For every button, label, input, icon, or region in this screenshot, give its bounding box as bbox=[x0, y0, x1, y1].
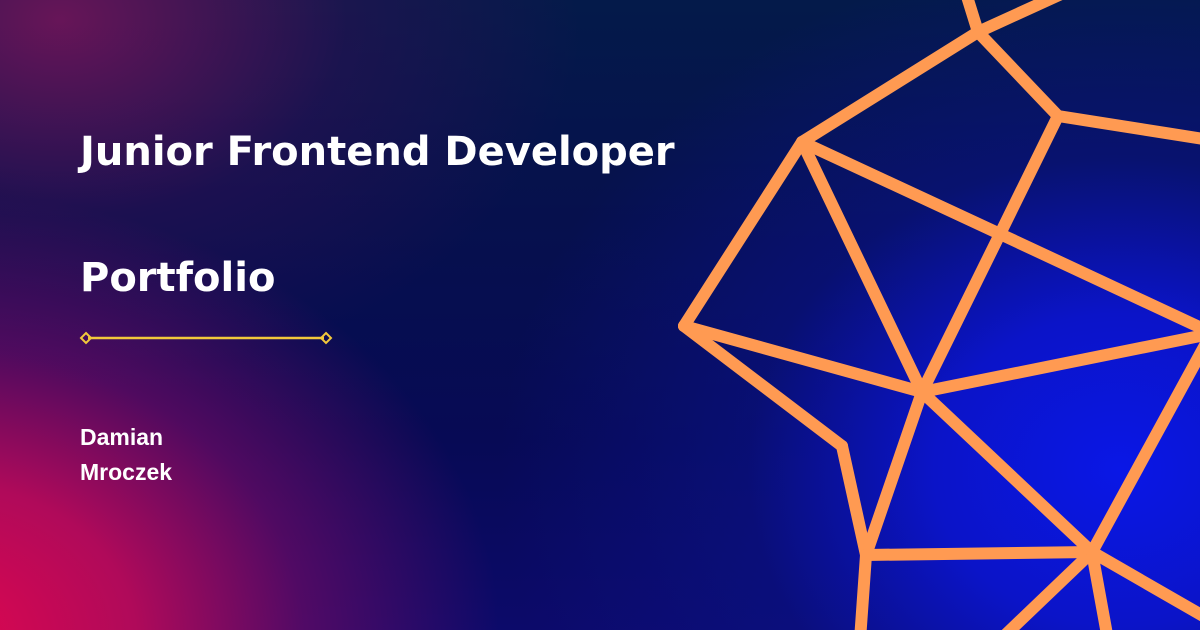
author-name: Damian Mroczek bbox=[80, 420, 172, 490]
page-title: Junior Frontend Developer bbox=[80, 129, 675, 175]
divider-line bbox=[79, 331, 333, 345]
social-card: Junior Frontend Developer Portfolio Dami… bbox=[0, 0, 1200, 630]
author-first-name: Damian bbox=[80, 424, 164, 450]
author-last-name: Mroczek bbox=[80, 459, 173, 485]
page-subtitle: Portfolio bbox=[80, 255, 276, 301]
geometric-mesh-decoration bbox=[678, 0, 1200, 630]
